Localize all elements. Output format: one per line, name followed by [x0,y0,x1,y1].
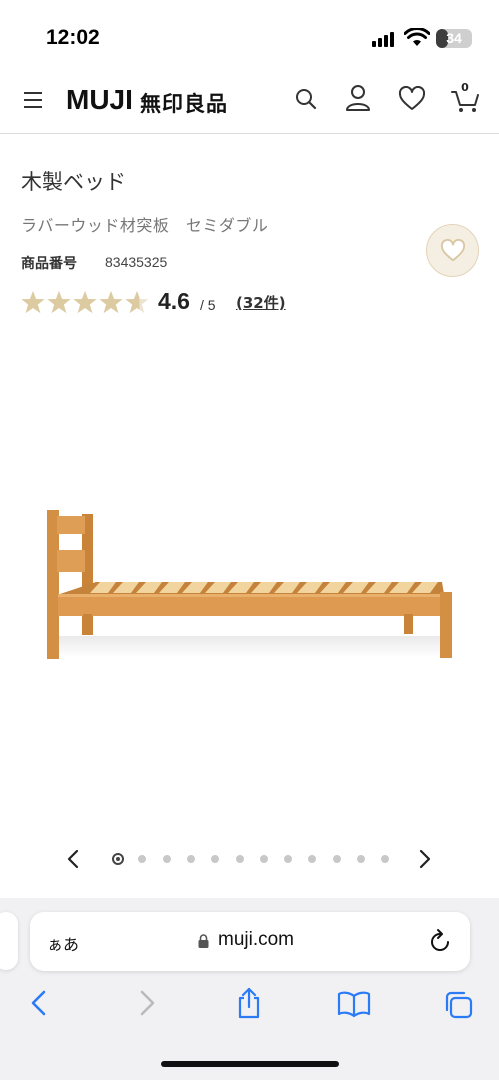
carousel-dot[interactable] [112,853,124,865]
site-header: MUJI 無印良品 0 [0,70,499,134]
carousel-dot[interactable] [138,855,147,863]
product-subtitle: ラバーウッド材突板 セミダブル [21,216,269,235]
previous-tab-preview[interactable] [0,912,18,970]
url-text[interactable]: muji.com [218,929,294,951]
carousel-dot[interactable] [284,855,293,863]
carousel-dot[interactable] [332,855,341,863]
image-carousel [0,845,499,873]
bookmarks-icon[interactable] [337,990,371,1018]
browser-toolbar: ぁあ muji.com [0,898,499,1080]
muji-logo[interactable]: MUJI [66,84,133,116]
product-image[interactable] [0,440,499,700]
muji-logo-kanji[interactable]: 無印良品 [140,88,228,118]
tabs-icon[interactable] [443,990,475,1020]
carousel-prev-arrow[interactable] [66,849,80,869]
user-icon[interactable] [345,84,371,112]
battery-percent: 34 [446,30,462,46]
reload-icon[interactable] [428,928,452,954]
carousel-dot[interactable] [162,855,171,863]
page-settings-button[interactable]: ぁあ [47,931,79,955]
cart-button[interactable]: 0 [450,81,480,114]
address-bar[interactable]: ぁあ muji.com [30,912,470,971]
rating-value: 4.6 [158,288,190,314]
star-icon [125,291,149,313]
carousel-dot[interactable] [357,855,365,863]
carousel-dot[interactable] [381,855,390,863]
carousel-dot[interactable] [186,855,195,863]
review-count-link[interactable]: (32件) [236,292,286,313]
carousel-dot[interactable] [211,855,220,863]
status-time: 12:02 [46,26,100,49]
battery-icon: 34 [436,29,472,48]
lock-icon [198,934,209,948]
cellular-signal-icon [372,31,398,47]
star-icon [73,291,97,313]
heart-icon [440,239,466,262]
product-title: 木製ベッド [21,170,126,194]
heart-icon[interactable] [398,86,426,112]
carousel-dot[interactable] [308,855,317,863]
back-icon[interactable] [28,989,50,1019]
search-icon[interactable] [294,86,318,112]
menu-icon[interactable] [24,92,42,108]
status-bar: 12:02 34 [0,0,499,70]
star-icon [47,291,71,313]
cart-count: 0 [461,81,469,94]
carousel-dot[interactable] [259,855,268,863]
product-number-value: 83435325 [105,254,168,270]
wifi-icon [404,28,430,46]
star-icon [21,291,45,313]
carousel-next-arrow[interactable] [418,849,432,869]
share-icon[interactable] [235,986,263,1020]
rating-max: / 5 [200,297,216,313]
home-indicator[interactable] [161,1061,339,1067]
forward-icon[interactable] [136,989,158,1019]
carousel-dot[interactable] [235,855,244,863]
star-icon [99,291,123,313]
favorite-button[interactable] [426,224,479,277]
product-number-label: 商品番号 [21,256,77,272]
